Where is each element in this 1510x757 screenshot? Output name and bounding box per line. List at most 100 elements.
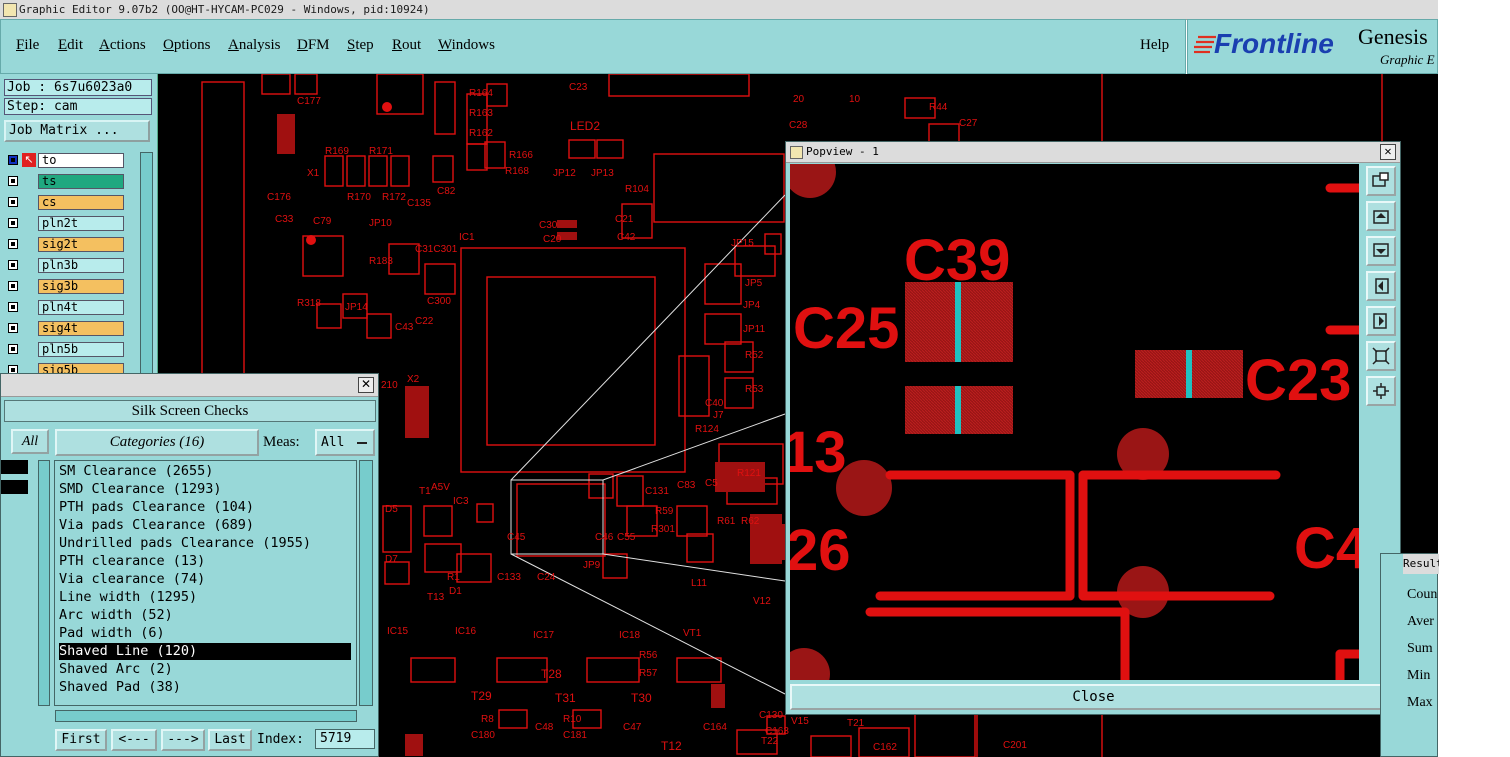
menu-file[interactable]: File xyxy=(16,37,39,54)
label-c180: C180 xyxy=(471,730,495,741)
category-hscrollbar[interactable] xyxy=(55,710,357,722)
category-item[interactable]: Undrilled pads Clearance (1955) xyxy=(59,535,351,552)
label-r121: R121 xyxy=(737,468,761,479)
menu-analysis[interactable]: Analysis xyxy=(228,37,281,54)
popview-titlebar: Popview - 1 ✕ xyxy=(786,142,1400,163)
label-c24: C24 xyxy=(537,572,556,583)
label-ic3: IC3 xyxy=(453,496,469,507)
meas-dropdown[interactable]: All xyxy=(315,429,375,456)
label-a5v: A5V xyxy=(431,482,450,493)
menu-windows[interactable]: Windows xyxy=(438,37,495,54)
menu-help[interactable]: Help xyxy=(1140,37,1169,54)
menu-step[interactable]: Step xyxy=(347,37,374,54)
label-c30: C30 xyxy=(539,220,558,231)
layer-checkbox[interactable] xyxy=(8,323,18,333)
label-d7: D7 xyxy=(385,554,398,565)
categories-button[interactable]: Categories (16) xyxy=(55,429,259,456)
last-button[interactable]: Last xyxy=(208,729,252,751)
next-button[interactable]: ---> xyxy=(161,729,205,751)
desktop-background xyxy=(1438,0,1510,757)
all-filter-button[interactable]: All xyxy=(11,429,49,454)
layer-checkbox[interactable] xyxy=(8,281,18,291)
layer-row[interactable]: sig4t xyxy=(4,320,138,338)
pan-right-button[interactable] xyxy=(1366,306,1396,336)
category-item[interactable]: Line width (1295) xyxy=(59,589,351,606)
category-item[interactable]: Pad width (6) xyxy=(59,625,351,642)
category-item[interactable]: Shaved Arc (2) xyxy=(59,661,351,678)
left-list-scrollbar[interactable] xyxy=(38,460,50,706)
pan-right-icon xyxy=(1373,313,1387,329)
layer-row[interactable]: cs xyxy=(4,194,138,212)
layer-row[interactable]: ts xyxy=(4,173,138,191)
category-item[interactable]: Shaved Pad (38) xyxy=(59,679,351,696)
category-item[interactable]: PTH pads Clearance (104) xyxy=(59,499,351,516)
layer-checkbox[interactable] xyxy=(8,176,18,186)
pan-left-icon xyxy=(1375,278,1389,294)
category-item[interactable]: SM Clearance (2655) xyxy=(59,463,351,480)
label-c133: C133 xyxy=(497,572,521,583)
result-label: Aver xyxy=(1407,614,1434,629)
layer-row[interactable]: ↖ to xyxy=(4,152,138,170)
category-item[interactable]: Shaved Line (120) xyxy=(59,643,351,660)
menu-options[interactable]: Options xyxy=(163,37,211,54)
zoom-out-icon xyxy=(1373,383,1389,399)
category-item[interactable]: Via pads Clearance (689) xyxy=(59,517,351,534)
zoom-home-button[interactable] xyxy=(1366,166,1396,196)
layer-checkbox[interactable] xyxy=(8,302,18,312)
zoom-out-button[interactable] xyxy=(1366,376,1396,406)
label-ic15: IC15 xyxy=(387,626,409,637)
job-matrix-button[interactable]: Job Matrix ... xyxy=(4,120,150,142)
label-t21: T21 xyxy=(847,718,865,729)
popview-close-button[interactable]: Close xyxy=(790,684,1397,710)
index-field[interactable]: 5719 xyxy=(315,729,375,749)
layer-row[interactable]: pln3b xyxy=(4,257,138,275)
popview-close-icon[interactable]: ✕ xyxy=(1380,144,1396,160)
category-item[interactable]: Via clearance (74) xyxy=(59,571,351,588)
layer-checkbox[interactable] xyxy=(8,218,18,228)
layer-checkbox[interactable] xyxy=(8,344,18,354)
layer-row[interactable]: pln2t xyxy=(4,215,138,233)
layer-checkbox[interactable] xyxy=(8,155,18,165)
layer-checkbox[interactable] xyxy=(8,260,18,270)
menu-actions[interactable]: Actions xyxy=(99,37,146,54)
meas-label: Meas: xyxy=(263,434,300,450)
label-c33: C33 xyxy=(275,214,294,225)
results-titlebar: Result xyxy=(1403,554,1439,574)
pv-label-26: 26 xyxy=(790,518,851,583)
label-c28: C28 xyxy=(789,120,808,131)
layer-row[interactable]: pln4t xyxy=(4,299,138,317)
prev-button[interactable]: <--- xyxy=(111,729,157,751)
layer-row[interactable]: sig3b xyxy=(4,278,138,296)
first-button[interactable]: First xyxy=(55,729,107,751)
left-swatch-1 xyxy=(1,460,28,474)
category-item[interactable]: PTH clearance (13) xyxy=(59,553,351,570)
label-r164: R164 xyxy=(469,88,493,99)
layer-row[interactable]: sig2t xyxy=(4,236,138,254)
menu-dfm[interactable]: DFM xyxy=(297,37,330,54)
label-jp5: JP5 xyxy=(745,278,763,289)
pan-left-button[interactable] xyxy=(1366,271,1396,301)
layer-row[interactable]: pln5b xyxy=(4,341,138,359)
category-item[interactable]: Arc width (52) xyxy=(59,607,351,624)
label-c83: C83 xyxy=(677,480,696,491)
label-r170: R170 xyxy=(347,192,371,203)
layer-checkbox[interactable] xyxy=(8,197,18,207)
layer-checkbox[interactable] xyxy=(8,239,18,249)
layer-name: cs xyxy=(38,195,124,210)
label-r318: R318 xyxy=(297,298,321,309)
label-r56: R56 xyxy=(639,650,658,661)
label-v12: V12 xyxy=(753,596,771,607)
silk-dialog-close-icon[interactable]: ✕ xyxy=(358,377,374,393)
label-r53: R53 xyxy=(745,384,764,395)
label-ic1: IC1 xyxy=(459,232,475,243)
menu-edit[interactable]: Edit xyxy=(58,37,83,54)
category-list-scrollbar[interactable] xyxy=(359,460,373,706)
pan-up-button[interactable] xyxy=(1366,201,1396,231)
layer-name: to xyxy=(38,153,124,168)
label-c27: C27 xyxy=(959,118,978,129)
menu-rout[interactable]: Rout xyxy=(392,37,421,54)
popview-canvas[interactable]: C39 C25 C23 13 26 C4 xyxy=(790,164,1359,680)
pan-down-button[interactable] xyxy=(1366,236,1396,266)
zoom-in-button[interactable] xyxy=(1366,341,1396,371)
category-item[interactable]: SMD Clearance (1293) xyxy=(59,481,351,498)
